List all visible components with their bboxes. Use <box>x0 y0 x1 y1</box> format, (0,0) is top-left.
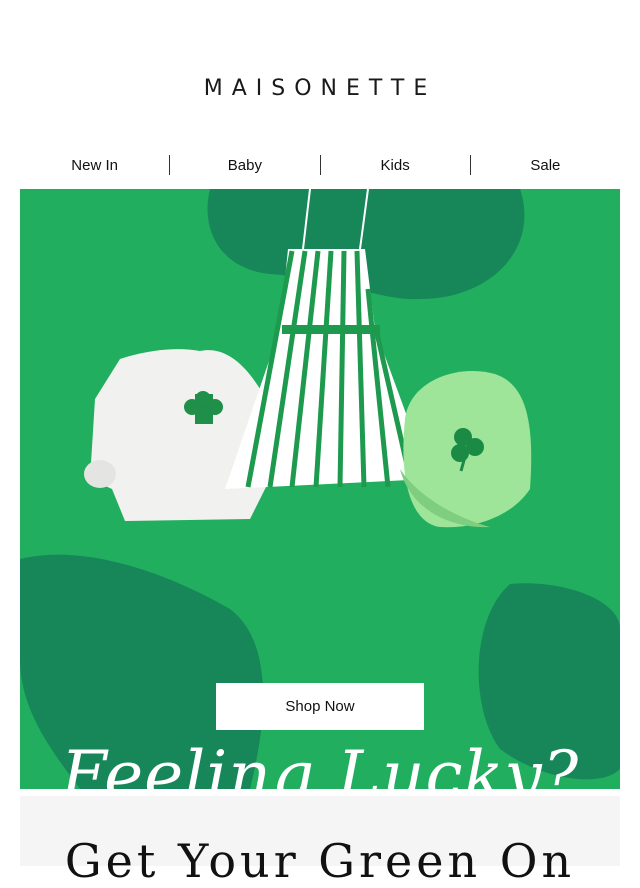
nav-item-kids[interactable]: Kids <box>321 157 470 174</box>
brand-logo[interactable]: MAISONETTE <box>0 76 640 101</box>
nav-item-new-in[interactable]: New In <box>20 157 169 174</box>
cap-image <box>400 371 532 528</box>
nav-item-sale[interactable]: Sale <box>471 157 620 174</box>
hero-banner[interactable]: Feeling Lucky? Shop Now <box>20 189 620 789</box>
main-nav: New In Baby Kids Sale <box>20 150 620 180</box>
next-section: Get Your Green On <box>20 796 620 888</box>
sweatshirt-image <box>84 349 270 521</box>
nav-item-baby[interactable]: Baby <box>170 157 319 174</box>
section-title: Get Your Green On <box>64 834 576 888</box>
hero-headline: Feeling Lucky? <box>60 737 580 789</box>
shop-now-button[interactable]: Shop Now <box>216 683 424 730</box>
